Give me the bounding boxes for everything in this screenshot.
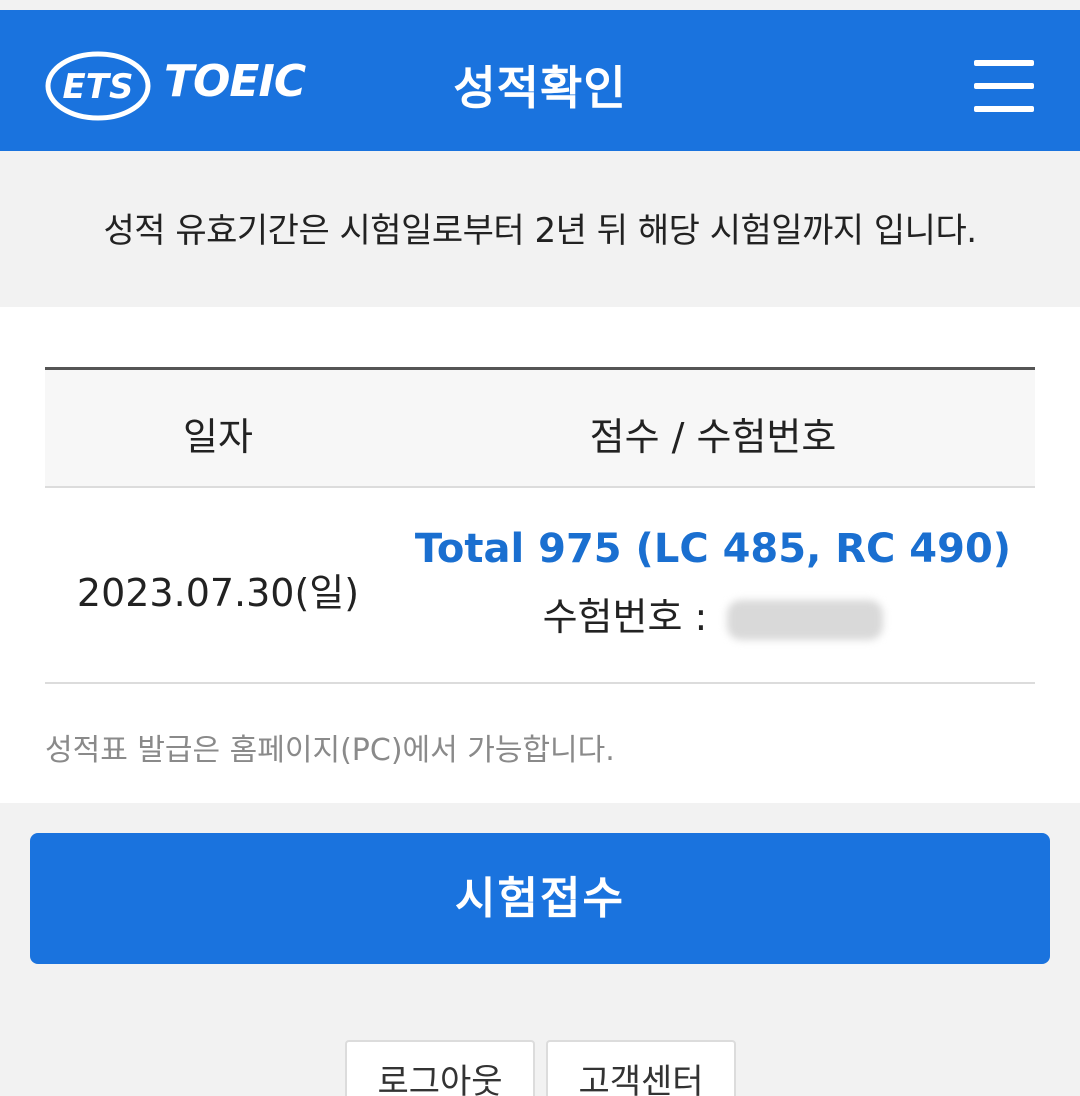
registration-number-label: 수험번호 : bbox=[542, 595, 708, 639]
logout-button[interactable]: 로그아웃 bbox=[345, 1040, 535, 1096]
score-table: 일자 점수 / 수험번호 2023.07.30(일) Total 975 (LC… bbox=[45, 367, 1035, 684]
ets-toeic-logo[interactable]: ETS TOEIC bbox=[44, 46, 306, 126]
score-section: 일자 점수 / 수험번호 2023.07.30(일) Total 975 (LC… bbox=[0, 307, 1080, 803]
menu-line bbox=[974, 106, 1034, 112]
toeic-wordmark: TOEIC bbox=[164, 56, 306, 107]
issue-note: 성적표 발급은 홈페이지(PC)에서 가능합니다. bbox=[45, 733, 615, 768]
customer-center-button[interactable]: 고객센터 bbox=[546, 1040, 736, 1096]
page-title: 성적확인 bbox=[453, 61, 627, 115]
header-bar: ETS TOEIC 성적확인 bbox=[0, 10, 1080, 151]
total-score-link[interactable]: Total 975 (LC 485, RC 490) bbox=[415, 526, 1011, 572]
validity-notice-text: 성적 유효기간은 시험일로부터 2년 뒤 해당 시험일까지 입니다. bbox=[103, 211, 977, 251]
ets-logo-icon: ETS bbox=[45, 51, 151, 121]
validity-notice: 성적 유효기간은 시험일로부터 2년 뒤 해당 시험일까지 입니다. bbox=[0, 151, 1080, 307]
column-header-score: 점수 / 수험번호 bbox=[589, 415, 837, 459]
table-row: 2023.07.30(일) Total 975 (LC 485, RC 490)… bbox=[45, 488, 1035, 684]
menu-line bbox=[974, 60, 1034, 66]
table-header: 일자 점수 / 수험번호 bbox=[45, 367, 1035, 488]
score-cell: Total 975 (LC 485, RC 490) 수험번호 : bbox=[391, 526, 1035, 641]
menu-line bbox=[974, 83, 1034, 89]
svg-text:ETS: ETS bbox=[63, 67, 134, 107]
registration-number-line: 수험번호 : bbox=[391, 586, 1035, 641]
app-frame: ETS TOEIC 성적확인 성적 유효기간은 시험일로부터 2년 뒤 해당 시… bbox=[0, 0, 1080, 1096]
test-date: 2023.07.30(일) bbox=[76, 571, 360, 615]
apply-test-button[interactable]: 시험접수 bbox=[30, 833, 1050, 964]
hamburger-menu-icon[interactable] bbox=[966, 50, 1040, 122]
registration-number-redacted bbox=[727, 599, 884, 640]
column-header-date: 일자 bbox=[183, 415, 253, 459]
